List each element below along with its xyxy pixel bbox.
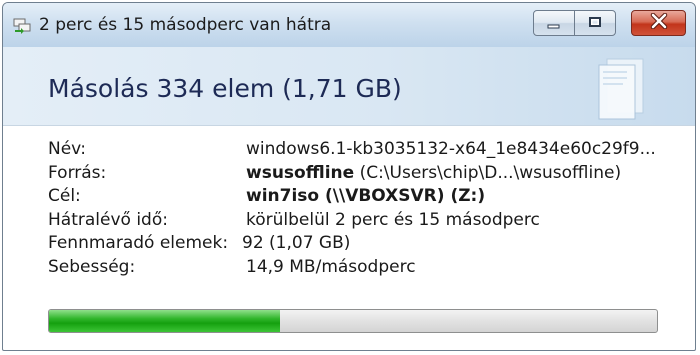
copy-files-icon	[12, 16, 32, 34]
maximize-button[interactable]	[574, 10, 616, 36]
source-path: (C:\Users\chip\D...\wsusoffline)	[354, 162, 622, 183]
detail-row-name: Név: windows6.1-kb3035132-x64_1e8434e60c…	[48, 139, 678, 163]
copy-progress-bar	[48, 309, 658, 333]
items-remaining-label: Fennmaradó elemek:	[48, 233, 229, 253]
detail-row-source: Forrás: wsusoffline (C:\Users\chip\D...\…	[48, 163, 678, 187]
detail-row-time: Hátralévő idő: körülbelül 2 perc és 15 m…	[48, 210, 678, 234]
detail-row-destination: Cél: win7iso (\\VBOXSVR) (Z:)	[48, 186, 678, 210]
operation-header: Másolás 334 elem (1,71 GB)	[3, 47, 695, 126]
name-value: windows6.1-kb3035132-x64_1e8434e60c29f9.…	[246, 139, 656, 159]
name-label: Név:	[48, 139, 87, 159]
detail-row-speed: Sebesség: 14,9 MB/másodperc	[48, 257, 678, 281]
source-folder-link[interactable]: wsusoffline	[246, 163, 354, 183]
items-remaining-value: 92 (1,07 GB)	[242, 233, 351, 253]
progress-fill	[49, 310, 281, 332]
time-remaining-value: körülbelül 2 perc és 15 másodperc	[246, 209, 540, 230]
speed-label: Sebesség:	[48, 256, 136, 277]
time-remaining-label: Hátralévő idő:	[48, 209, 168, 230]
copy-details: Név: windows6.1-kb3035132-x64_1e8434e60c…	[48, 139, 678, 280]
copy-dialog-window: 2 perc és 15 másodperc van hátra Másolás…	[2, 2, 696, 351]
operation-title: Másolás 334 elem (1,71 GB)	[48, 74, 402, 103]
source-label: Forrás:	[48, 162, 107, 183]
source-value: wsusoffline (C:\Users\chip\D...\wsusoffl…	[246, 163, 621, 183]
minimize-button[interactable]	[533, 10, 575, 36]
minimize-icon	[546, 14, 562, 33]
document-stack-icon	[589, 53, 649, 121]
title-bar[interactable]: 2 perc és 15 másodperc van hátra	[3, 3, 695, 47]
speed-value: 14,9 MB/másodperc	[246, 256, 416, 277]
destination-link[interactable]: win7iso (\\VBOXSVR) (Z:)	[246, 186, 485, 206]
detail-row-items-remaining: Fennmaradó elemek: 92 (1,07 GB)	[48, 233, 678, 257]
close-button[interactable]	[631, 10, 686, 36]
destination-label: Cél:	[48, 186, 81, 206]
window-title: 2 perc és 15 másodperc van hátra	[39, 15, 332, 35]
maximize-icon	[587, 14, 603, 33]
close-icon	[649, 12, 669, 33]
